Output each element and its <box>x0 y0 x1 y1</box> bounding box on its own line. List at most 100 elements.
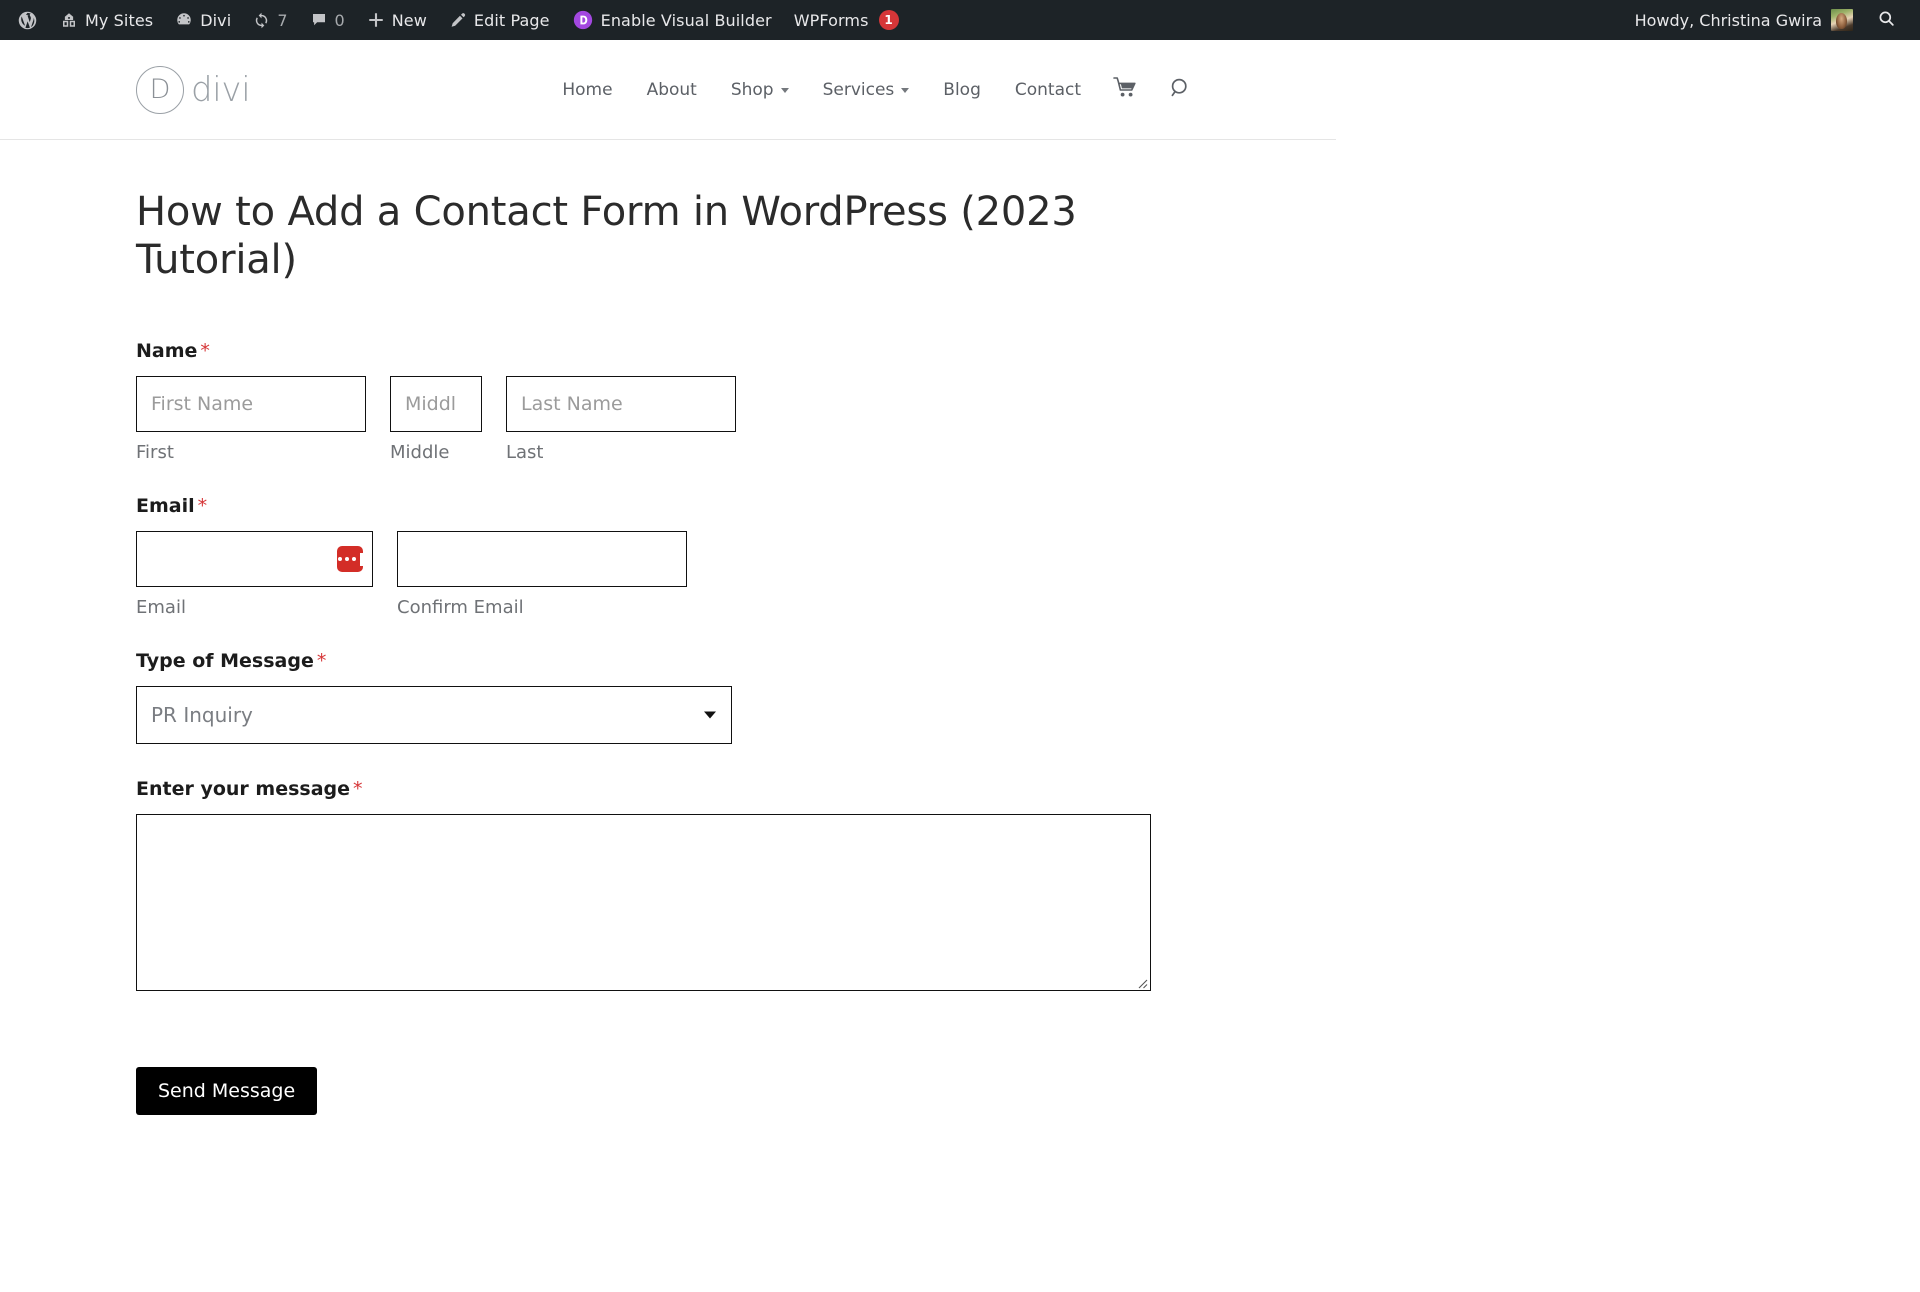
shopping-cart-icon <box>1113 77 1139 103</box>
admin-bar-edit-page-label: Edit Page <box>473 10 550 30</box>
search-icon <box>1877 9 1896 32</box>
divi-logo-text: divi <box>191 70 251 110</box>
send-message-button[interactable]: Send Message <box>136 1067 318 1115</box>
name-first-group: First <box>136 376 366 463</box>
site-header: D divi Home About Shop Services Blog Con… <box>0 40 1336 140</box>
chevron-down-icon <box>901 87 910 93</box>
admin-bar-divi-label: Divi <box>200 10 232 30</box>
admin-bar-new-label: New <box>391 10 427 30</box>
chevron-down-icon <box>780 87 789 93</box>
last-name-input[interactable] <box>506 376 736 432</box>
divi-logo-mark-icon: D <box>136 66 184 114</box>
nav-item-contact[interactable]: Contact <box>998 80 1098 100</box>
admin-bar-my-sites-label: My Sites <box>85 10 154 30</box>
email-confirm-group: Confirm Email <box>397 531 687 618</box>
field-email-label-text: Email <box>136 495 195 517</box>
comments-icon <box>310 11 328 29</box>
name-last-group: Last <box>506 376 736 463</box>
nav-item-services[interactable]: Services <box>806 80 927 100</box>
field-name-label-text: Name <box>136 340 198 362</box>
message-textarea[interactable] <box>136 814 1151 991</box>
wordpress-logo-icon <box>17 10 38 31</box>
field-email-label: Email * <box>136 495 1208 517</box>
confirm-email-sublabel: Confirm Email <box>397 597 524 618</box>
message-type-select-wrapper: PR Inquiry <box>136 686 732 744</box>
nav-item-about-label: About <box>646 80 697 100</box>
field-message-type-label: Type of Message * <box>136 650 1208 672</box>
admin-bar-item-divi[interactable]: Divi <box>164 0 242 40</box>
field-name: Name* First Middle Last <box>136 340 1208 463</box>
required-asterisk: * <box>353 778 363 800</box>
pencil-icon <box>449 11 467 29</box>
name-inputs-row: First Middle Last <box>136 376 1208 463</box>
nav-item-home-label: Home <box>562 80 613 100</box>
first-name-sublabel: First <box>136 442 174 463</box>
admin-bar-account-menu[interactable]: Howdy, Christina Gwira <box>1625 0 1863 40</box>
page-body: How to Add a Contact Form in WordPress (… <box>0 140 1336 1115</box>
plus-icon <box>367 11 385 29</box>
divi-d-icon <box>572 9 594 31</box>
admin-bar-item-edit-page[interactable]: Edit Page <box>438 0 561 40</box>
nav-item-blog[interactable]: Blog <box>926 80 998 100</box>
first-name-input[interactable] <box>136 376 366 432</box>
wpforms-notification-badge: 1 <box>878 10 899 30</box>
content-container: How to Add a Contact Form in WordPress (… <box>128 140 1208 1115</box>
admin-bar-wordpress-logo[interactable] <box>6 0 49 40</box>
cart-button[interactable] <box>1098 77 1154 103</box>
message-type-select[interactable]: PR Inquiry <box>136 686 732 744</box>
field-name-label: Name * <box>136 340 1208 362</box>
admin-bar-item-enable-visual-builder[interactable]: Enable Visual Builder <box>561 0 783 40</box>
site-logo[interactable]: D divi <box>136 66 251 114</box>
field-email: Email * Email Confirm Email <box>136 495 1208 618</box>
main-navigation: Home About Shop Services Blog Contact <box>545 76 1208 104</box>
contact-form: Name* First Middle Last <box>136 340 1208 1115</box>
admin-bar-updates-count: 7 <box>277 10 288 30</box>
required-asterisk: * <box>197 495 208 517</box>
nav-item-shop[interactable]: Shop <box>714 80 806 100</box>
updates-icon <box>253 12 270 29</box>
field-message-type: Type of Message * PR Inquiry <box>136 650 1208 744</box>
required-asterisk: * <box>200 340 210 362</box>
admin-bar-item-comments[interactable]: 0 <box>299 0 356 40</box>
site-header-inner: D divi Home About Shop Services Blog Con… <box>128 40 1208 140</box>
wp-admin-bar: My Sites Divi 7 0 New Edit Page Enable V… <box>0 0 1920 40</box>
admin-bar-comments-count: 0 <box>334 10 345 30</box>
admin-bar-item-new[interactable]: New <box>356 0 438 40</box>
page-title: How to Add a Contact Form in WordPress (… <box>136 189 1077 283</box>
nav-item-shop-label: Shop <box>730 80 774 100</box>
message-textarea-wrapper <box>136 814 1151 991</box>
nav-item-home[interactable]: Home <box>545 80 629 100</box>
middle-name-sublabel: Middle <box>390 442 450 463</box>
field-message-label-text: Enter your message <box>136 778 351 800</box>
search-icon <box>1169 76 1193 104</box>
admin-bar-wpforms-label: WPForms <box>793 10 869 30</box>
email-sublabel: Email <box>136 597 186 618</box>
lastpass-autofill-icon[interactable] <box>337 546 363 572</box>
lastpass-dot <box>344 557 349 561</box>
lastpass-cursor-bar <box>360 552 363 566</box>
nav-item-blog-label: Blog <box>943 80 981 100</box>
divi-logo-letter: D <box>149 73 171 105</box>
middle-name-input[interactable] <box>390 376 482 432</box>
email-inputs-row: Email Confirm Email <box>136 531 1208 618</box>
admin-bar-search-button[interactable] <box>1863 0 1908 40</box>
header-search-button[interactable] <box>1154 76 1208 104</box>
admin-bar-item-wpforms[interactable]: WPForms 1 <box>783 0 910 40</box>
confirm-email-input[interactable] <box>397 531 687 587</box>
field-message: Enter your message * <box>136 778 1208 991</box>
last-name-sublabel: Last <box>506 442 544 463</box>
dashboard-icon <box>175 11 193 29</box>
email-primary-group: Email <box>136 531 397 618</box>
field-message-label: Enter your message * <box>136 778 1208 800</box>
field-message-type-label-text: Type of Message <box>136 650 314 672</box>
lastpass-dot <box>337 557 342 561</box>
admin-bar-item-updates[interactable]: 7 <box>242 0 298 40</box>
howdy-greeting: Howdy, Christina Gwira <box>1634 10 1822 30</box>
admin-bar-item-my-sites[interactable]: My Sites <box>49 0 164 40</box>
admin-bar-right-group: Howdy, Christina Gwira <box>1625 0 1920 40</box>
multisite-icon <box>60 11 78 29</box>
nav-item-about[interactable]: About <box>630 80 714 100</box>
lastpass-dot <box>351 557 356 561</box>
admin-bar-left-group: My Sites Divi 7 0 New Edit Page Enable V… <box>0 0 910 40</box>
chevron-down-icon <box>704 711 716 719</box>
